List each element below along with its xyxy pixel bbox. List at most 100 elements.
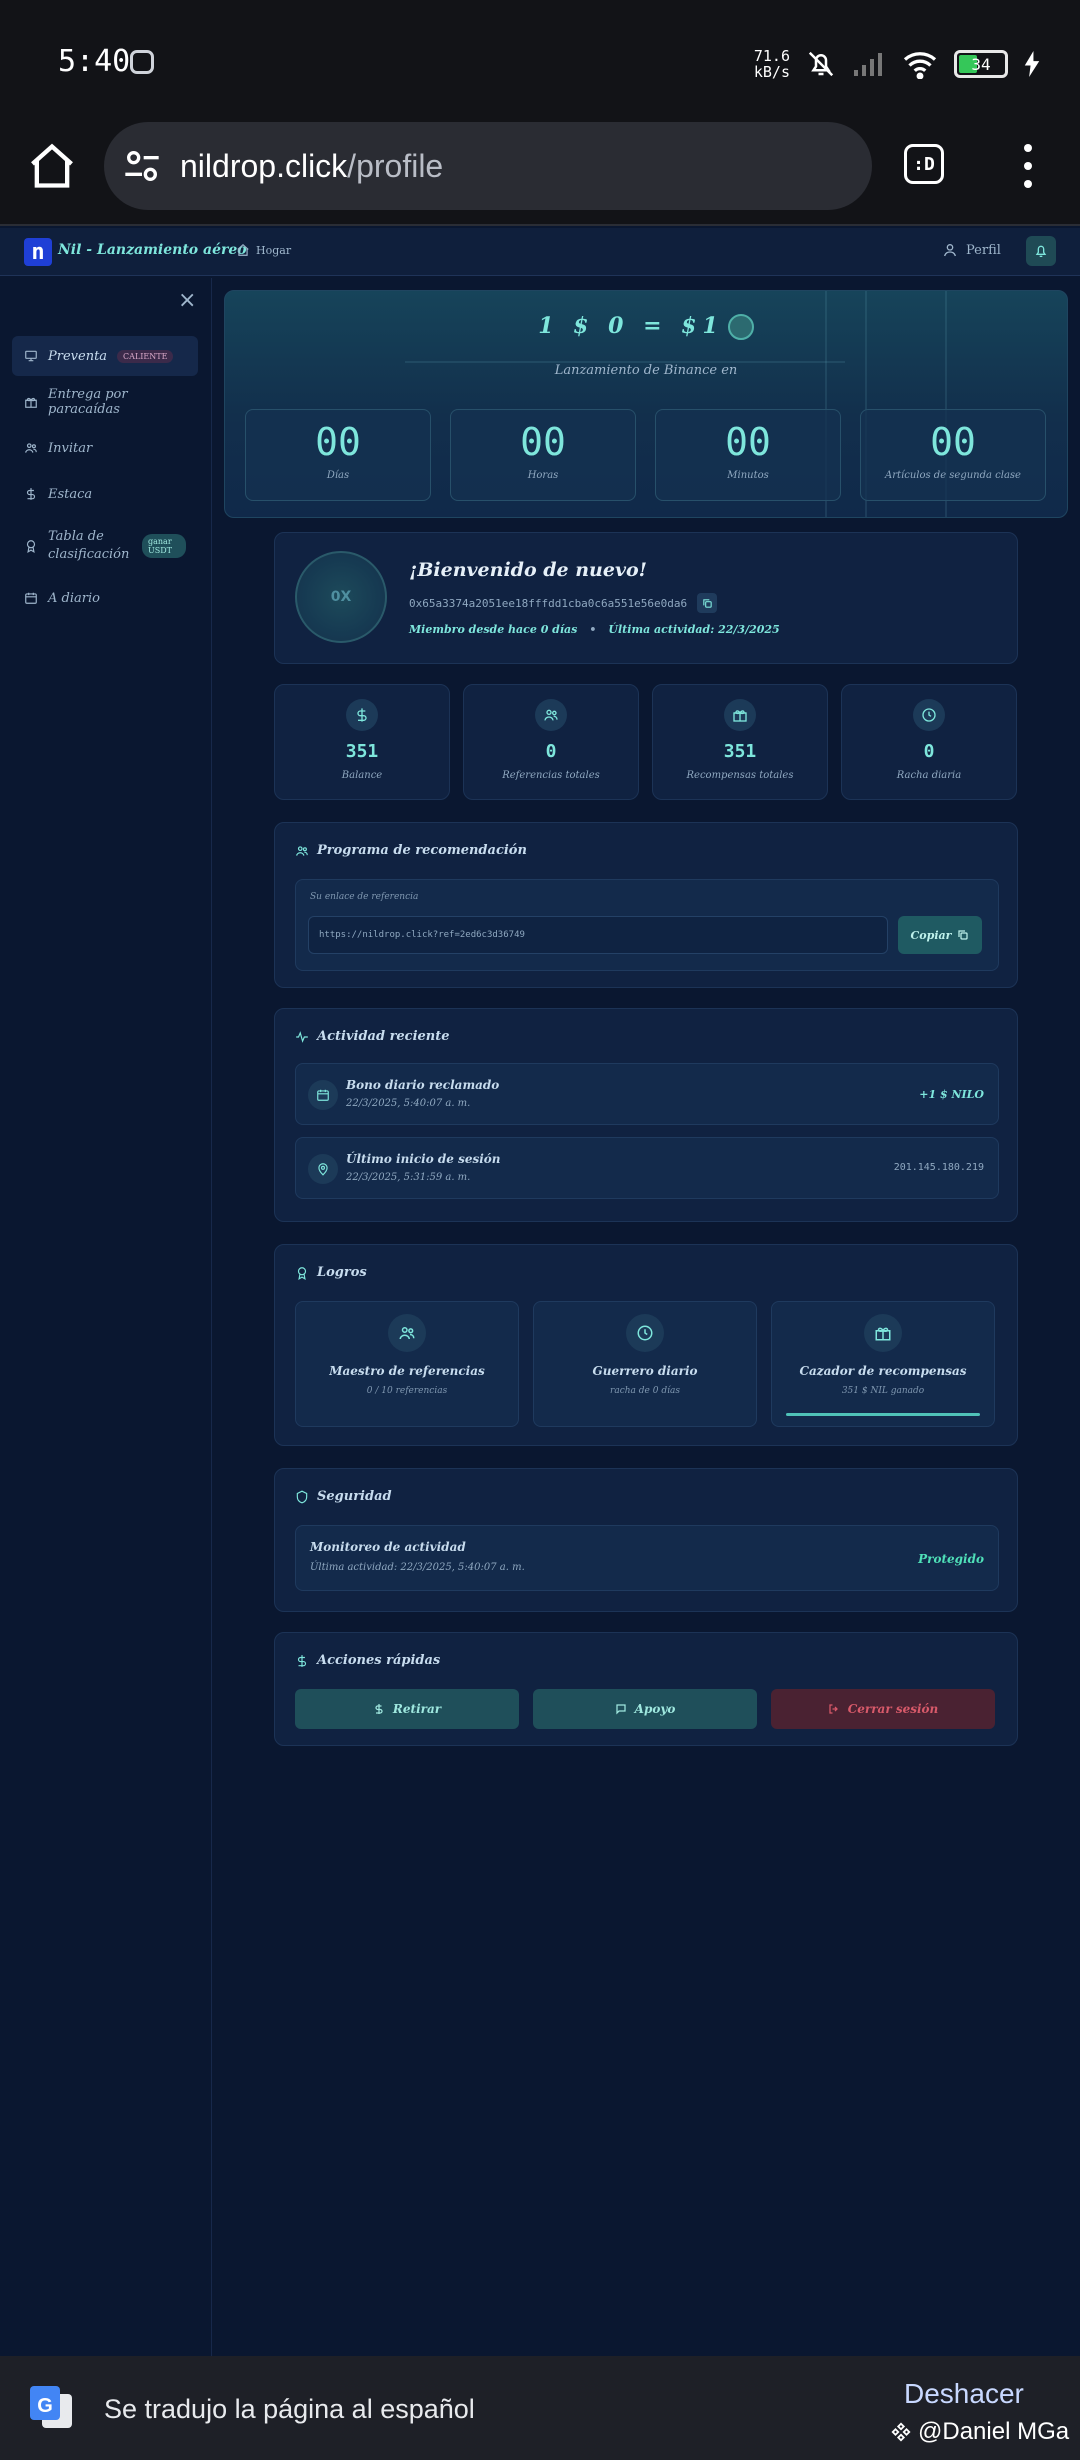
calendar-icon [317, 1089, 329, 1101]
logout-icon [829, 1704, 838, 1714]
notifications-button[interactable] [1026, 236, 1056, 266]
shield-icon [296, 1490, 308, 1503]
security-status: Protegido [918, 1552, 984, 1566]
close-icon[interactable]: × [178, 288, 196, 313]
avatar: 0X [295, 551, 387, 643]
dollar-icon [26, 488, 36, 500]
activity-row: Último inicio de sesión 22/3/2025, 5:31:… [295, 1137, 999, 1199]
withdraw-button[interactable]: Retirar [295, 1689, 519, 1729]
stat-total-referrals: 0 Referencias totales [463, 684, 639, 800]
breadcrumb[interactable]: Hogar [236, 243, 291, 257]
home-icon[interactable] [26, 140, 78, 192]
dollar-icon [297, 1654, 307, 1667]
welcome-title: ¡Bienvenido de nuevo! [409, 559, 648, 581]
sidebar-item-stake[interactable]: Estaca [12, 474, 198, 514]
users-icon [399, 1327, 415, 1340]
clock-icon [637, 1325, 653, 1341]
net-speed: 71.6 kB/s [753, 47, 790, 81]
sidebar-item-presale[interactable]: Preventa CALIENTE [12, 336, 198, 376]
site-logo[interactable]: n [24, 238, 52, 266]
referral-program-card: Programa de recomendación Su enlace de r… [274, 822, 1018, 988]
quick-actions-card: Acciones rápidas Retirar Apoyo Cerrar se… [274, 1632, 1018, 1746]
google-translate-icon: G [30, 2386, 72, 2428]
security-card: Seguridad Monitoreo de actividad Última … [274, 1468, 1018, 1612]
achievement-referral-master: Maestro de referencias 0 / 10 referencia… [295, 1301, 519, 1427]
brand-title[interactable]: Nil - Lanzamiento aéreo [58, 242, 247, 258]
status-icons: 71.6 kB/s 34 [754, 44, 1040, 84]
coin-icon [727, 314, 754, 340]
profile-link[interactable]: Perfil [942, 242, 1001, 258]
earn-badge: ganar USDT [142, 534, 186, 558]
activity-monitoring-row: Monitoreo de actividad Última actividad:… [295, 1525, 999, 1591]
copy-address-button[interactable] [697, 593, 718, 613]
award-icon [26, 540, 36, 553]
stat-balance: 351 Balance [274, 684, 450, 800]
referral-link-box: Su enlace de referencia https://nildrop.… [295, 879, 999, 971]
member-since: Miembro desde hace 0 días [409, 623, 578, 636]
breadcrumb-home: Hogar [256, 243, 292, 257]
wallet-address: 0x65a3374a2051ee18fffdd1cba0c6a551e56e0d… [409, 593, 718, 613]
copy-icon [958, 930, 969, 940]
stat-total-rewards: 351 Recompensas totales [652, 684, 828, 800]
copy-icon [702, 598, 712, 608]
status-time: 5:40 [58, 44, 131, 79]
signal-icon [854, 53, 882, 76]
achievements-title: Logros [295, 1265, 367, 1280]
monitor-icon [25, 350, 37, 362]
countdown-hours: 00 Horas [450, 409, 636, 501]
achievement-progress-bar [786, 1413, 980, 1416]
launch-subtitle: Lanzamiento de Binance en [554, 363, 738, 378]
sidebar-item-airdrop[interactable]: Entrega por paracaídas [12, 382, 198, 422]
battery-icon: 34 [954, 50, 1008, 78]
tab-switcher-button[interactable]: :D [904, 144, 944, 184]
achievements-card: Logros Maestro de referencias 0 / 10 ref… [274, 1244, 1018, 1446]
sidebar-item-invite[interactable]: Invitar [12, 428, 198, 468]
referral-link-label: Su enlace de referencia [310, 892, 419, 902]
token-rate: 1 $ 0 = $1 [225, 313, 1067, 340]
site-header: n Nil - Lanzamiento aéreo Hogar Perfil [0, 228, 1080, 276]
referral-link-input[interactable]: https://nildrop.click?ref=2ed6c3d36749 [308, 916, 888, 954]
sidebar-item-leaderboard[interactable]: Tabla de clasificación ganar USDT [12, 520, 198, 572]
charging-icon [1024, 51, 1040, 77]
countdown-days: 00 Días [245, 409, 431, 501]
users-icon [544, 709, 558, 721]
member-meta: Miembro desde hace 0 días • Última activ… [409, 623, 780, 636]
activity-ip: 201.145.180.219 [893, 1162, 984, 1173]
calendar-icon [25, 592, 37, 604]
sidebar-item-daily[interactable]: A diario [12, 578, 198, 618]
security-title: Seguridad [295, 1489, 392, 1504]
undo-translation-button[interactable]: Deshacer [904, 2378, 1024, 2410]
support-button[interactable]: Apoyo [533, 1689, 757, 1729]
launch-countdown-banner: 1 $ 0 = $1 Lanzamiento de Binance en 00 … [224, 290, 1068, 518]
location-icon [318, 1163, 328, 1176]
message-icon [616, 1704, 626, 1715]
users-icon [296, 845, 308, 856]
users-icon [25, 443, 37, 453]
home-icon [237, 243, 249, 256]
svg-text:G: G [37, 2395, 53, 2417]
translate-bar: G Se tradujo la página al español Deshac… [0, 2356, 1080, 2460]
activity-title: Actividad reciente [295, 1029, 450, 1044]
quick-actions-title: Acciones rápidas [295, 1653, 440, 1668]
copy-referral-button[interactable]: Copiar [898, 916, 982, 954]
dollar-icon [357, 708, 367, 722]
welcome-card: 0X ¡Bienvenido de nuevo! 0x65a3374a2051e… [274, 532, 1018, 664]
countdown-minutes: 00 Minutos [655, 409, 841, 501]
binance-icon [891, 2422, 911, 2442]
translate-message: Se tradujo la página al español [104, 2394, 475, 2424]
bell-icon [1035, 245, 1047, 257]
browser-menu-icon[interactable] [1016, 144, 1040, 188]
site-settings-icon[interactable] [122, 146, 162, 186]
achievement-daily-warrior: Guerrero diario racha de 0 días [533, 1301, 757, 1427]
activity-row: Bono diario reclamado 22/3/2025, 5:40:07… [295, 1063, 999, 1125]
dollar-icon [375, 1704, 383, 1714]
logout-button[interactable]: Cerrar sesión [771, 1689, 995, 1729]
watermark: @Daniel MGa [890, 2418, 1069, 2446]
gift-icon [25, 397, 37, 408]
gift-icon [733, 710, 747, 722]
address-bar[interactable]: nildrop.click/profile [104, 122, 872, 210]
url-text[interactable]: nildrop.click/profile [180, 148, 443, 185]
sidebar: × Preventa CALIENTE Entrega por paracaíd… [0, 278, 212, 2356]
wifi-icon [903, 52, 937, 79]
activity-amount: +1 $ NILO [919, 1088, 984, 1101]
